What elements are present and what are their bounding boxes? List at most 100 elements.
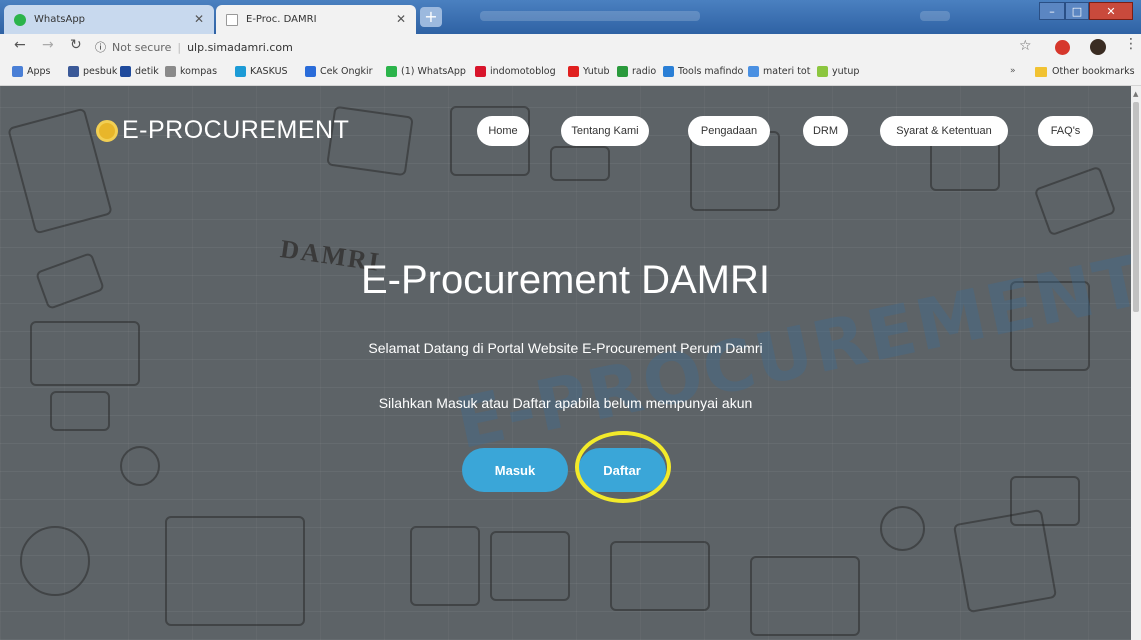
scrollbar-thumb[interactable] bbox=[1133, 102, 1139, 312]
blurred-user bbox=[920, 11, 950, 21]
bookmark-yutup[interactable]: yutup bbox=[817, 66, 859, 77]
nav-home[interactable]: Home bbox=[477, 116, 529, 146]
hero-welcome-text: Selamat Datang di Portal Website E-Procu… bbox=[368, 340, 763, 356]
address-bar[interactable]: ⓘ Not secure | ulp.simadamri.com bbox=[95, 37, 1015, 57]
logo-icon bbox=[96, 119, 118, 142]
tab-title: E-Proc. DAMRI bbox=[246, 14, 317, 25]
logo-text: E-PROCUREMENT bbox=[122, 116, 350, 144]
page-content: E-PROCUREMENT DAMRI E-PROCUREMENT Home T… bbox=[0, 86, 1131, 640]
kompas-icon bbox=[165, 66, 176, 77]
minimize-button[interactable]: – bbox=[1039, 2, 1065, 20]
bookmark-detik[interactable]: detik bbox=[120, 66, 159, 77]
bookmark-yutub[interactable]: Yutub bbox=[568, 66, 610, 77]
kaskus-icon bbox=[235, 66, 246, 77]
nav-syarat-ketentuan[interactable]: Syarat & Ketentuan bbox=[880, 116, 1008, 146]
close-icon[interactable]: ✕ bbox=[396, 12, 406, 26]
forward-icon[interactable]: → bbox=[42, 37, 54, 53]
plate-doodle bbox=[20, 526, 90, 596]
adblock-icon[interactable] bbox=[1055, 40, 1070, 55]
bookmark-label: Tools mafindo bbox=[678, 66, 744, 77]
bookmark-kompas[interactable]: kompas bbox=[165, 66, 217, 77]
new-tab-button[interactable]: + bbox=[420, 7, 442, 27]
bookmark-indomotoblog[interactable]: indomotoblog bbox=[475, 66, 556, 77]
separator: | bbox=[177, 40, 182, 54]
bookmark-label: kompas bbox=[180, 66, 218, 77]
other-bookmarks[interactable]: Other bookmarks bbox=[1035, 66, 1135, 77]
tab-bar: WhatsApp ✕ E-Proc. DAMRI ✕ + – □ ✕ bbox=[0, 0, 1141, 34]
bookmark-label: Apps bbox=[27, 66, 51, 77]
nav-tentang-kami[interactable]: Tentang Kami bbox=[561, 116, 649, 146]
organizer-doodle bbox=[610, 541, 710, 611]
bookmark-apps[interactable]: Apps bbox=[12, 66, 51, 77]
laptop-doodle bbox=[165, 516, 305, 626]
bookmark-label: radio bbox=[632, 66, 657, 77]
cekongkir-icon bbox=[305, 66, 316, 77]
phone-dial-doodle bbox=[880, 506, 925, 551]
bookmark-tools-mafindo[interactable]: Tools mafindo bbox=[663, 66, 743, 77]
bookmarks-bar: » Other bookmarks Apps pesbuk detik kompas K… bbox=[0, 60, 1141, 86]
highlight-circle bbox=[575, 431, 671, 503]
bookmark-star-icon[interactable]: ☆ bbox=[1019, 38, 1032, 54]
menu-icon[interactable]: ⋮ bbox=[1124, 36, 1138, 52]
journal-doodle bbox=[952, 508, 1058, 614]
close-icon[interactable]: ✕ bbox=[194, 12, 204, 26]
info-icon[interactable]: ⓘ bbox=[95, 39, 106, 55]
security-label: Not secure bbox=[112, 40, 172, 54]
nav-faq[interactable]: FAQ's bbox=[1038, 116, 1093, 146]
hero-title: E-Procurement DAMRI bbox=[361, 258, 770, 302]
cup-doodle bbox=[120, 446, 160, 486]
nav-drm[interactable]: DRM bbox=[803, 116, 848, 146]
bookmark-label: materi tot bbox=[763, 66, 811, 77]
tab-title: WhatsApp bbox=[34, 14, 86, 25]
bookmark-pesbuk[interactable]: pesbuk bbox=[68, 66, 117, 77]
bookmark-radio[interactable]: radio bbox=[617, 66, 656, 77]
facebook-icon bbox=[68, 66, 79, 77]
bookmark-label: Yutub bbox=[583, 66, 610, 77]
bookmark-label: indomotoblog bbox=[490, 66, 556, 77]
bookmark-label: KASKUS bbox=[250, 66, 288, 77]
bookmark-label: detik bbox=[135, 66, 159, 77]
scroll-up-icon[interactable]: ▲ bbox=[1133, 90, 1138, 98]
document-icon bbox=[748, 66, 759, 77]
yutup-icon bbox=[817, 66, 828, 77]
whatsapp-icon bbox=[14, 13, 26, 26]
youtube-icon bbox=[568, 66, 579, 77]
tools-icon bbox=[663, 66, 674, 77]
bookmark-1-whatsapp[interactable]: (1) WhatsApp bbox=[386, 66, 466, 77]
bookmark-cek-ongkir[interactable]: Cek Ongkir bbox=[305, 66, 373, 77]
notebook2-doodle bbox=[750, 556, 860, 636]
nav-pengadaan[interactable]: Pengadaan bbox=[688, 116, 770, 146]
device-doodle bbox=[550, 146, 610, 181]
other-bookmarks-label: Other bookmarks bbox=[1052, 66, 1135, 77]
reload-icon[interactable]: ↻ bbox=[70, 37, 82, 53]
bookmark-label: pesbuk bbox=[83, 66, 118, 77]
apps-icon bbox=[12, 66, 23, 77]
indomotoblog-icon bbox=[475, 66, 486, 77]
bookmark-kaskus[interactable]: KASKUS bbox=[235, 66, 288, 77]
bookmark-materi-tot[interactable]: materi tot bbox=[748, 66, 810, 77]
whatsapp-icon bbox=[386, 66, 397, 77]
window-controls: – □ ✕ bbox=[1039, 2, 1133, 20]
detik-icon bbox=[120, 66, 131, 77]
calc-doodle bbox=[410, 526, 480, 606]
more-bookmarks-icon[interactable]: » bbox=[1010, 66, 1016, 76]
folder-icon bbox=[1035, 66, 1047, 77]
blurred-window-title bbox=[480, 11, 700, 21]
bookmark-label: (1) WhatsApp bbox=[401, 66, 466, 77]
bookmark-label: Cek Ongkir bbox=[320, 66, 373, 77]
back-icon[interactable]: ← bbox=[14, 37, 26, 53]
browser-toolbar: ← → ↻ ⓘ Not secure | ulp.simadamri.com ☆… bbox=[0, 34, 1141, 60]
scrollbar[interactable]: ▲ bbox=[1131, 86, 1141, 640]
page-icon bbox=[226, 13, 238, 26]
tab-e-proc[interactable]: E-Proc. DAMRI ✕ bbox=[216, 5, 416, 34]
radio-icon bbox=[617, 66, 628, 77]
site-logo[interactable]: E-PROCUREMENT bbox=[96, 116, 349, 145]
tab-whatsapp[interactable]: WhatsApp ✕ bbox=[4, 5, 214, 34]
profile-avatar[interactable] bbox=[1090, 39, 1106, 55]
maximize-button[interactable]: □ bbox=[1065, 2, 1089, 20]
bookmark-label: yutup bbox=[832, 66, 860, 77]
hero-instruction-text: Silahkan Masuk atau Daftar apabila belum… bbox=[378, 395, 753, 411]
open-book-doodle bbox=[490, 531, 570, 601]
close-window-button[interactable]: ✕ bbox=[1089, 2, 1133, 20]
login-button[interactable]: Masuk bbox=[462, 448, 568, 492]
